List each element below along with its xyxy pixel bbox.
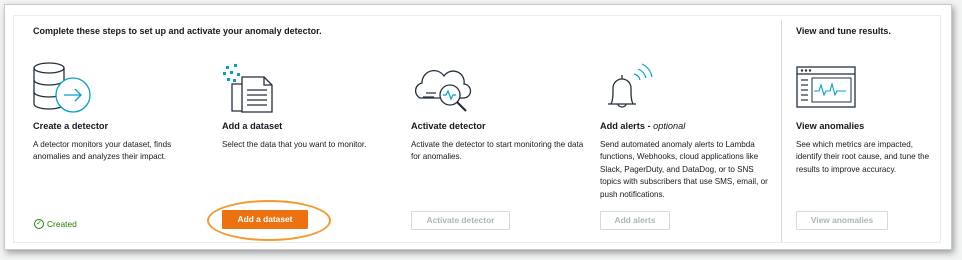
- step-title: Create a detector: [33, 121, 109, 131]
- activate-detector-button[interactable]: Activate detector: [411, 211, 510, 230]
- step-title: View anomalies: [796, 121, 865, 131]
- monitor-chart-icon: [796, 66, 856, 108]
- created-status: ✓ Created: [34, 219, 77, 229]
- column-divider: [781, 20, 782, 242]
- setup-steps-heading: Complete these steps to set up and activ…: [33, 26, 322, 36]
- step-description: Select the data that you want to monitor…: [222, 140, 367, 149]
- add-alerts-button[interactable]: Add alerts: [600, 211, 670, 230]
- title-separator: -: [644, 121, 654, 131]
- step-description: See which metrics are impacted, identify…: [796, 140, 930, 174]
- step-title: Add a dataset: [222, 121, 283, 131]
- view-anomalies-button[interactable]: View anomalies: [796, 211, 888, 230]
- add-dataset-button[interactable]: Add a dataset: [222, 210, 308, 229]
- step-title: Add alerts - optional: [600, 121, 685, 131]
- status-label: Created: [47, 219, 77, 229]
- dataset-document-icon: [223, 64, 273, 113]
- check-circle-icon: ✓: [34, 219, 44, 229]
- optional-label: optional: [653, 121, 686, 131]
- step-title-text: Add alerts: [600, 121, 645, 131]
- database-arrow-icon: [33, 62, 91, 113]
- step-description: Send automated anomaly alerts to Lambda …: [600, 140, 768, 199]
- bell-alert-icon: [608, 63, 653, 108]
- step-description: Activate the detector to start monitorin…: [411, 140, 584, 162]
- view-results-heading: View and tune results.: [796, 26, 891, 36]
- cloud-magnifier-icon: [414, 69, 472, 112]
- step-description: A detector monitors your dataset, finds …: [33, 140, 172, 162]
- step-title: Activate detector: [411, 121, 486, 131]
